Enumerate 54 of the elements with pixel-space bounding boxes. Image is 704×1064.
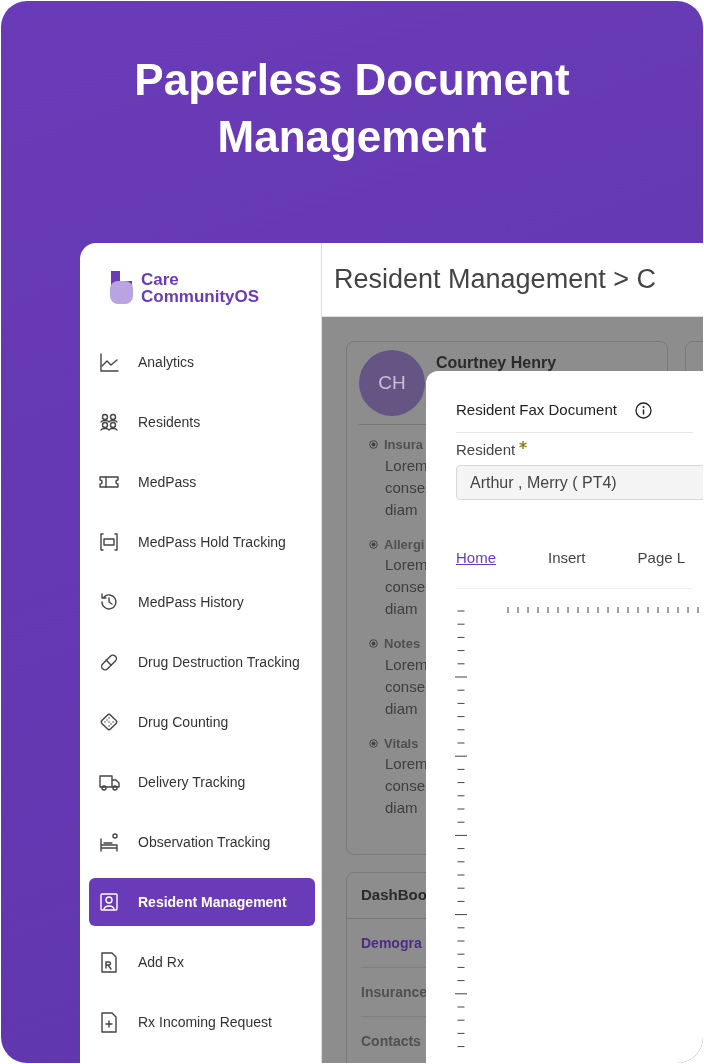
section-text: Lorem	[385, 455, 428, 476]
sidebar-item[interactable]: Add Rx	[89, 938, 315, 986]
sidebar-item[interactable]: Observation Tracking	[89, 818, 315, 866]
pill-icon	[98, 651, 120, 673]
resident-name: Courtney Henry	[436, 353, 557, 373]
sidebar-item[interactable]: MedPass Hold Tracking	[89, 518, 315, 566]
sidebar-item[interactable]: Analytics	[89, 338, 315, 386]
sidebar-item[interactable]: Residents	[89, 398, 315, 446]
ribbon-tab[interactable]: Home	[456, 547, 496, 570]
file-plus-icon	[98, 1011, 120, 1033]
sidebar-item[interactable]: Delivery Tracking	[89, 758, 315, 806]
field-label: Resident	[456, 438, 693, 461]
sidebar-item[interactable]: MedPass History	[89, 578, 315, 626]
prescription-icon	[98, 951, 120, 973]
bullet-icon	[369, 639, 378, 649]
bed-icon	[98, 831, 120, 853]
sidebar-item[interactable]: Rx Incoming Request	[89, 998, 315, 1046]
ribbon-tab[interactable]: Insert	[548, 547, 586, 570]
chart-icon	[98, 351, 120, 373]
sidebar-item[interactable]: Drug Counting	[89, 698, 315, 746]
avatar: CH	[359, 350, 425, 416]
dialog-title: Resident Fax Document	[456, 400, 617, 420]
sidebar-item[interactable]: MedPass	[89, 458, 315, 506]
section-text: Lorem	[385, 754, 428, 774]
info-icon[interactable]	[634, 401, 652, 419]
section-text: conse	[385, 577, 426, 597]
bullet-icon	[369, 539, 378, 549]
section-text: conse	[385, 776, 426, 796]
section-text: diam	[385, 698, 418, 719]
tablet-icon	[98, 711, 120, 733]
sidebar-item[interactable]: Drug Destruction Tracking	[89, 638, 315, 686]
section-heading: Vitals	[384, 734, 419, 753]
ticket-frame-icon	[98, 531, 120, 553]
card-title: DashBoo	[361, 886, 427, 903]
section-text: conse	[385, 477, 426, 498]
section-text: diam	[385, 499, 418, 520]
section-text: conse	[385, 676, 426, 697]
section-text: diam	[385, 798, 418, 818]
history-icon	[98, 591, 120, 613]
resident-field[interactable]: Arthur , Merry ( PT4)	[456, 465, 703, 500]
bullet-icon	[369, 440, 378, 450]
section-heading: Allergi	[384, 535, 425, 554]
bullet-icon	[369, 738, 378, 748]
section-heading: Notes	[384, 635, 421, 653]
section-text: Lorem	[385, 654, 428, 675]
brand-name: Care CommunityOS	[141, 270, 260, 305]
ribbon-tab[interactable]: Page L	[637, 547, 686, 570]
section-text: Lorem	[385, 555, 428, 575]
user-frame-icon	[98, 891, 120, 913]
headline: Paperless Document Management	[133, 54, 571, 163]
sidebar-item[interactable]: Resident Management	[89, 878, 315, 926]
section-text: diam	[385, 599, 418, 619]
people-icon	[98, 411, 120, 433]
section-heading: Insura	[384, 436, 423, 454]
